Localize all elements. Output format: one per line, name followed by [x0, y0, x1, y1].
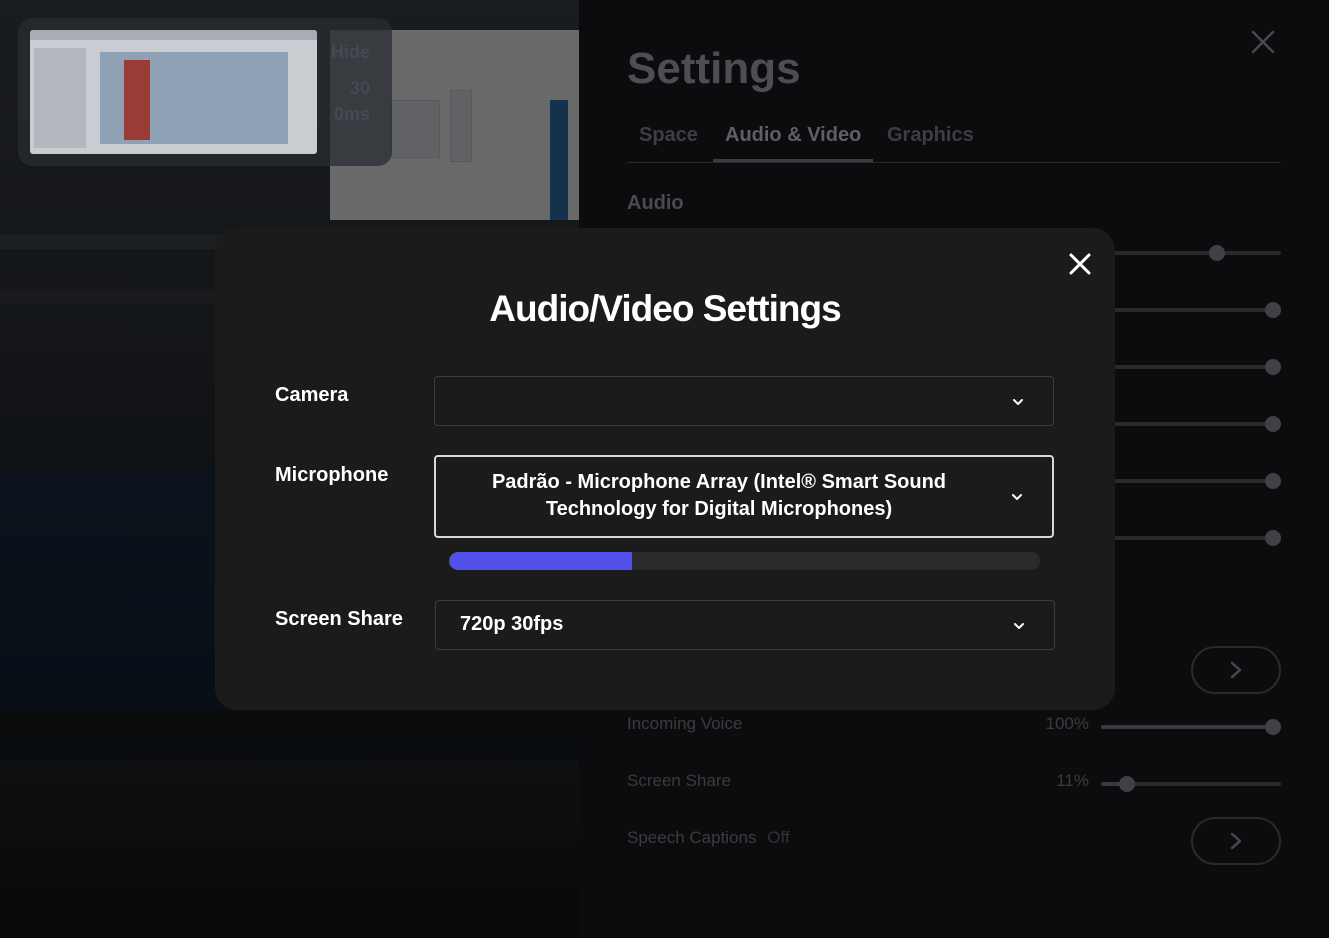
slider-knob[interactable] [1265, 473, 1281, 489]
chevron-right-icon [1230, 661, 1242, 679]
chevron-down-icon [1013, 399, 1023, 405]
screen-share-select-value: 720p 30fps [460, 613, 564, 635]
modal-title: Audio/Video Settings [489, 288, 841, 329]
slider-knob[interactable] [1265, 719, 1281, 735]
microphone-select[interactable]: Padrão - Microphone Array (Intel® Smart … [434, 455, 1054, 538]
volume-slider[interactable] [1099, 302, 1281, 318]
screen-share-volume-slider[interactable] [1101, 776, 1281, 792]
slider-knob[interactable] [1119, 776, 1136, 792]
settings-close-button[interactable] [1249, 28, 1277, 56]
slider-knob[interactable] [1265, 302, 1281, 318]
chevron-right-icon [1230, 832, 1242, 850]
chevron-down-icon [1012, 494, 1022, 500]
microphone-value-line-1: Padrão - Microphone Array (Intel® Smart … [491, 471, 947, 493]
tab-space[interactable]: Space [627, 124, 710, 159]
microphone-value-line-2: Technology for Digital Microphones) [545, 498, 893, 520]
camera-label: Camera [275, 384, 349, 406]
slider-knob[interactable] [1265, 530, 1281, 546]
incoming-voice-label: Incoming Voice [627, 714, 743, 733]
slider-knob[interactable] [1265, 416, 1281, 432]
slider-knob[interactable] [1265, 359, 1281, 375]
speech-captions-text: Speech Captions [627, 828, 757, 847]
screen-share-select[interactable]: 720p 30fps [435, 600, 1055, 650]
volume-slider[interactable] [1099, 530, 1281, 546]
chevron-down-icon [1014, 623, 1024, 629]
incoming-voice-slider[interactable] [1101, 719, 1281, 735]
preview-latency-stat: 0ms [333, 104, 370, 124]
speech-captions-label: Speech Captions Off [627, 828, 790, 848]
audio-device-next-button[interactable] [1191, 646, 1281, 694]
settings-tabs: Space Audio & Video Graphics [627, 120, 1281, 163]
microphone-select-value: Padrão - Microphone Array (Intel® Smart … [436, 469, 1002, 523]
tab-audio-video[interactable]: Audio & Video [713, 124, 874, 162]
microphone-level-fill [449, 552, 633, 570]
screen-share-volume-label: Screen Share [627, 771, 731, 790]
speech-captions-button[interactable] [1191, 817, 1281, 865]
modal-close-button[interactable] [1066, 250, 1094, 278]
close-icon [1251, 30, 1275, 54]
audio-video-settings-modal: Audio/Video Settings Camera Microphone P… [215, 228, 1115, 710]
screen-share-label: Screen Share [275, 608, 403, 630]
volume-slider[interactable] [1099, 473, 1281, 489]
close-icon [1069, 253, 1091, 275]
screen-share-preview-panel: Hide 30 0ms [18, 18, 392, 166]
microphone-level-meter [449, 552, 1040, 570]
preview-hide-button[interactable]: Hide [331, 42, 370, 63]
slider-knob[interactable] [1208, 245, 1225, 261]
microphone-label: Microphone [275, 464, 389, 486]
volume-slider[interactable] [1099, 359, 1281, 375]
tab-graphics[interactable]: Graphics [875, 124, 986, 159]
screen-share-thumbnail[interactable] [30, 30, 317, 154]
settings-title: Settings [627, 44, 801, 93]
volume-slider[interactable] [1099, 416, 1281, 432]
preview-fps-stat: 30 [349, 78, 370, 98]
section-audio-heading: Audio [627, 192, 684, 214]
camera-select[interactable] [434, 376, 1054, 426]
screen-share-volume-value: 11% [1056, 771, 1089, 790]
speech-captions-state: Off [767, 828, 790, 847]
volume-slider[interactable] [1099, 245, 1281, 261]
incoming-voice-value: 100% [1045, 714, 1089, 733]
